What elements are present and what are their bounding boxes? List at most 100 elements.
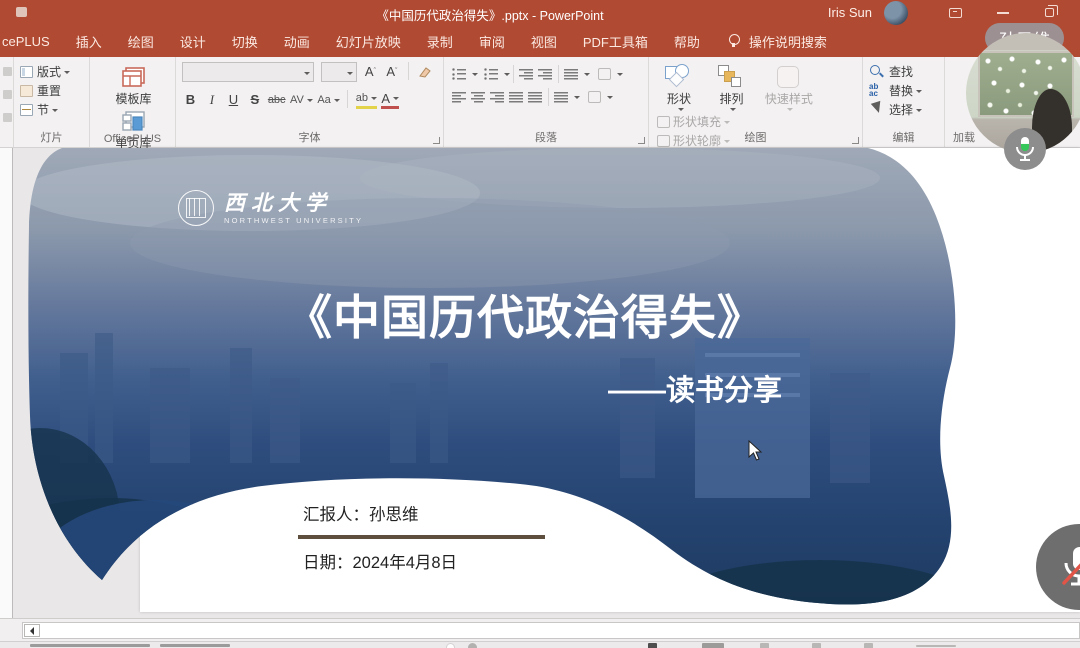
replace-button[interactable]: abac替换 [869, 81, 940, 100]
tab-animations[interactable]: 动画 [271, 25, 323, 57]
italic-button[interactable]: I [203, 90, 220, 109]
template-library-button[interactable]: 模板库 [115, 62, 153, 106]
underline-button[interactable]: U [225, 90, 242, 109]
replace-icon: abac [869, 83, 885, 98]
quick-styles-button[interactable]: 快速样式 [760, 62, 818, 112]
font-color-button[interactable]: A [381, 90, 399, 109]
chevron-down-icon [730, 108, 736, 114]
quick-styles-icon [774, 64, 804, 90]
tab-pdf-toolbox[interactable]: PDF工具箱 [570, 25, 661, 57]
text-direction-icon[interactable] [598, 68, 611, 80]
reset-button[interactable]: 重置 [20, 81, 85, 100]
view-button-fragment [760, 643, 769, 648]
chevron-down-icon [787, 108, 793, 114]
chevron-down-icon [347, 72, 353, 78]
tab-help[interactable]: 帮助 [661, 25, 713, 57]
columns-icon[interactable] [554, 91, 569, 103]
window-title: 《中国历代政治得失》.pptx - PowerPoint [376, 5, 603, 24]
shape-fill-icon [657, 116, 670, 128]
chevron-down-icon [916, 109, 922, 115]
grow-font-button[interactable]: Aˆ [362, 62, 379, 81]
view-button-fragment [648, 643, 657, 648]
minimize-button[interactable] [988, 4, 1018, 21]
quick-access-icon[interactable] [16, 7, 27, 17]
date-text[interactable]: 日期：2024年4月8日 [303, 549, 457, 573]
group-font: Aˆ Aˇ B I U S abc AV Aa ab A 字体 [176, 57, 444, 147]
select-cursor-icon [869, 102, 885, 117]
layout-icon [20, 66, 33, 78]
tab-draw[interactable]: 绘图 [115, 25, 167, 57]
tab-officeplus[interactable]: cePLUS [0, 25, 63, 57]
zoom-slider-fragment [916, 645, 956, 647]
clear-formatting-button[interactable] [416, 62, 433, 81]
account-avatar[interactable] [884, 1, 908, 25]
tab-view[interactable]: 视图 [518, 25, 570, 57]
ribbon-display-options-button[interactable] [940, 4, 970, 21]
layout-button[interactable]: 版式 [20, 62, 85, 81]
group-paragraph: 段落 [444, 57, 649, 147]
reset-icon [20, 85, 33, 97]
microphone-icon [1012, 135, 1038, 163]
chevron-down-icon [607, 96, 613, 102]
tell-me-search[interactable]: 操作说明搜索 [747, 25, 840, 57]
chevron-down-icon [678, 108, 684, 114]
slide-subtitle[interactable]: ——读书分享 [608, 367, 782, 409]
bullets-icon[interactable] [452, 68, 467, 80]
slide-title[interactable]: 《中国历代政治得失》 [245, 279, 805, 348]
clipped-icon[interactable] [3, 67, 12, 76]
tab-insert[interactable]: 插入 [63, 25, 115, 57]
find-button[interactable]: 查找 [869, 62, 940, 81]
drawing-dialog-launcher[interactable] [852, 137, 859, 144]
tab-record[interactable]: 录制 [414, 25, 466, 57]
font-name-combo[interactable] [182, 62, 314, 82]
align-center-icon[interactable] [471, 91, 486, 103]
chevron-down-icon [916, 90, 922, 96]
scroll-left-button[interactable] [24, 624, 40, 637]
view-button-fragment [812, 643, 821, 648]
font-dialog-launcher[interactable] [433, 137, 440, 144]
strikethrough-button[interactable]: S [246, 90, 263, 109]
shrink-font-button[interactable]: Aˇ [383, 62, 400, 81]
distribute-icon[interactable] [528, 91, 543, 103]
numbering-icon[interactable] [484, 68, 499, 80]
strikethrough-abc-button[interactable]: abc [268, 90, 286, 109]
align-right-icon[interactable] [490, 91, 505, 103]
cover-photo-blob[interactable] [0, 148, 1080, 618]
university-seal-icon [178, 190, 214, 226]
bold-button[interactable]: B [182, 90, 199, 109]
tab-transitions[interactable]: 切换 [219, 25, 271, 57]
align-left-icon[interactable] [452, 91, 467, 103]
chevron-down-icon [304, 72, 310, 78]
account-name[interactable]: Iris Sun [828, 5, 872, 20]
line-spacing-icon[interactable] [564, 68, 579, 80]
minimize-icon [997, 12, 1009, 14]
restore-button[interactable] [1034, 4, 1064, 21]
tab-slideshow[interactable]: 幻灯片放映 [323, 25, 414, 57]
presenter-text[interactable]: 汇报人：孙思维 [303, 501, 419, 525]
chevron-down-icon [307, 99, 313, 105]
paragraph-dialog-launcher[interactable] [638, 137, 645, 144]
change-case-button[interactable]: Aa [317, 90, 339, 109]
decrease-indent-icon[interactable] [519, 68, 534, 80]
shapes-button[interactable]: 形状 [655, 62, 703, 112]
shapes-icon [664, 64, 694, 90]
character-spacing-button[interactable]: AV [290, 90, 313, 109]
clipped-icon[interactable] [3, 90, 12, 99]
font-size-combo[interactable] [321, 62, 357, 82]
arrange-button[interactable]: 排列 [707, 62, 755, 112]
university-logo[interactable]: 西北大学 NORTHWEST UNIVERSITY [178, 190, 363, 226]
tab-design[interactable]: 设计 [167, 25, 219, 57]
chevron-down-icon [334, 99, 340, 105]
restore-icon [1045, 8, 1054, 17]
horizontal-scrollbar[interactable] [0, 618, 1080, 641]
scrollbar-track[interactable] [22, 622, 1080, 639]
clipped-icon[interactable] [3, 113, 12, 122]
tab-review[interactable]: 审阅 [466, 25, 518, 57]
increase-indent-icon[interactable] [538, 68, 553, 80]
group-label-editing: 编辑 [863, 129, 944, 145]
convert-smartart-icon[interactable] [588, 91, 601, 103]
text-highlight-button[interactable]: ab [356, 90, 377, 109]
justify-icon[interactable] [509, 91, 524, 103]
select-button[interactable]: 选择 [869, 100, 940, 119]
section-button[interactable]: 节 [20, 100, 85, 119]
